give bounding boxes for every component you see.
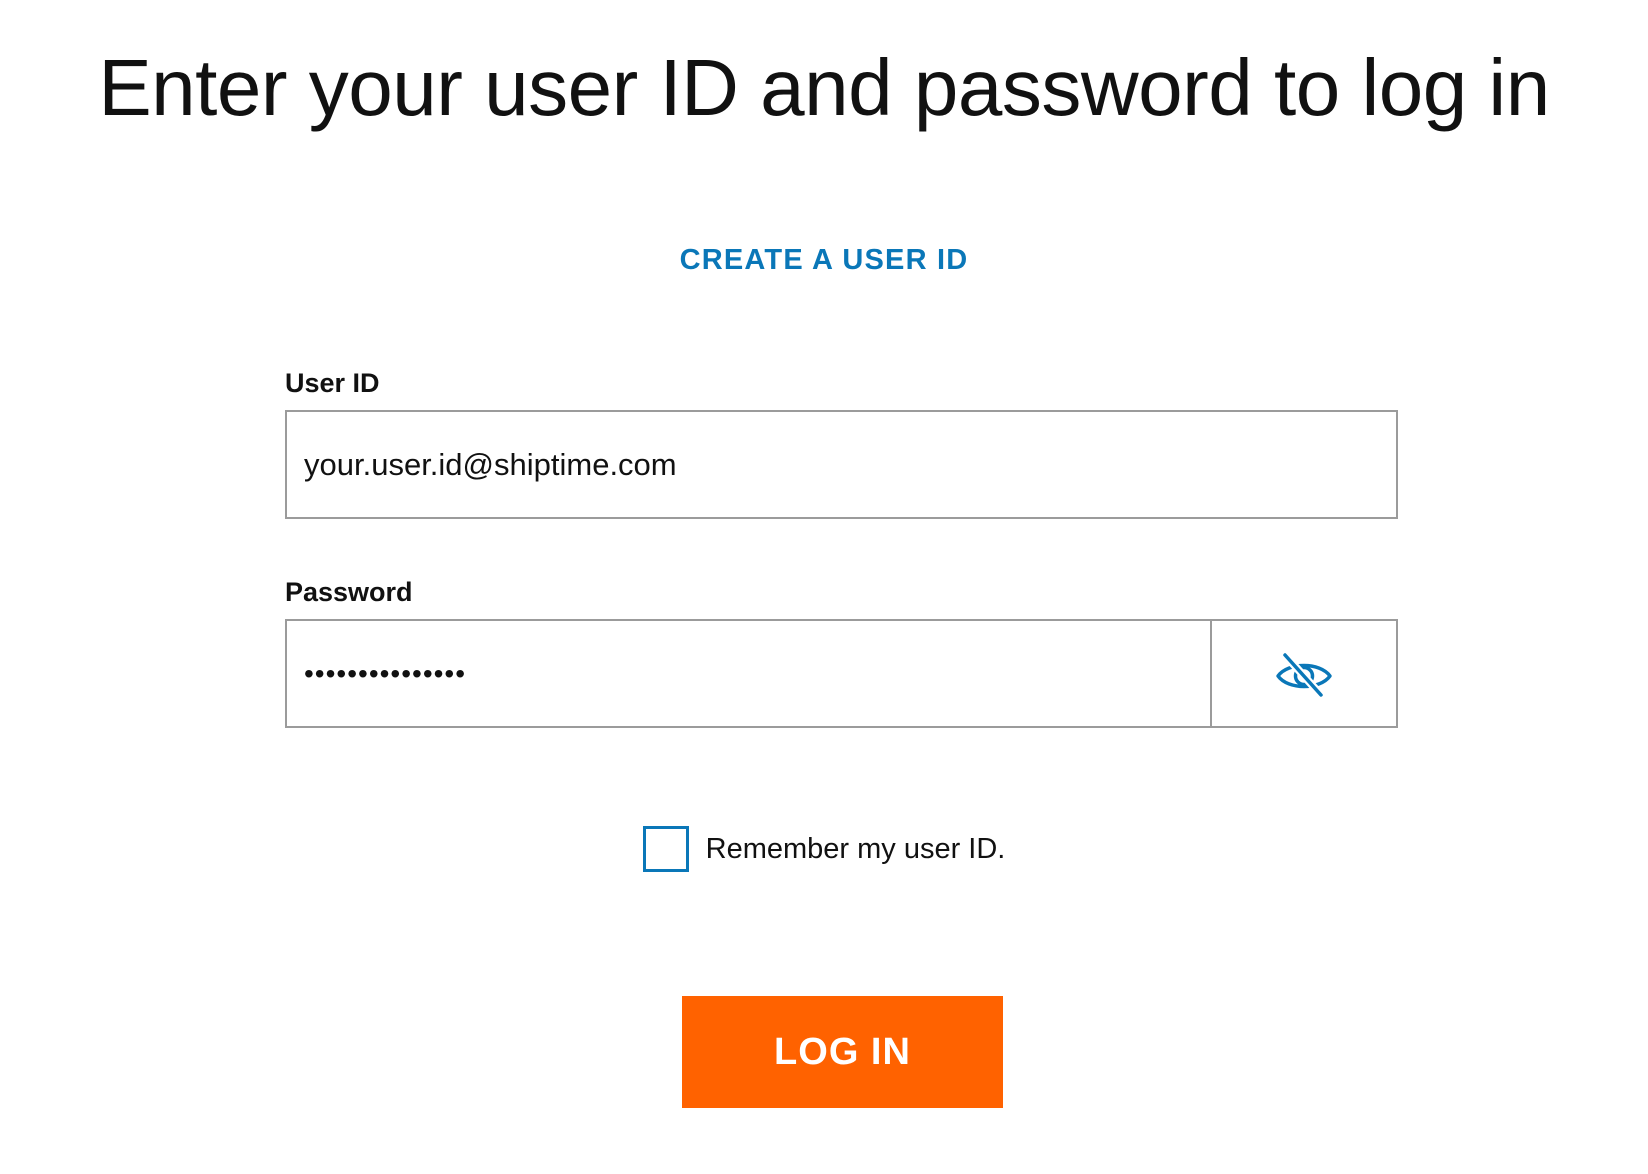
user-id-label: User ID: [285, 368, 380, 398]
user-id-input[interactable]: your.user.id@shiptime.com: [304, 412, 1374, 517]
log-in-button[interactable]: LOG IN: [682, 996, 1003, 1108]
create-user-id-link[interactable]: CREATE A USER ID: [0, 240, 1648, 280]
password-field[interactable]: •••••••••••••••: [285, 619, 1398, 728]
user-id-field[interactable]: your.user.id@shiptime.com: [285, 410, 1398, 519]
remember-label[interactable]: Remember my user ID.: [706, 826, 1006, 872]
remember-row: Remember my user ID.: [0, 826, 1648, 872]
password-label: Password: [285, 577, 413, 607]
page-title: Enter your user ID and password to log i…: [98, 43, 1550, 132]
show-password-button[interactable]: [1210, 621, 1396, 726]
eye-slash-icon: [1276, 651, 1332, 698]
password-input[interactable]: •••••••••••••••: [304, 621, 1184, 726]
remember-checkbox[interactable]: [642, 826, 689, 872]
login-page: Enter your user ID and password to log i…: [0, 0, 1648, 1174]
